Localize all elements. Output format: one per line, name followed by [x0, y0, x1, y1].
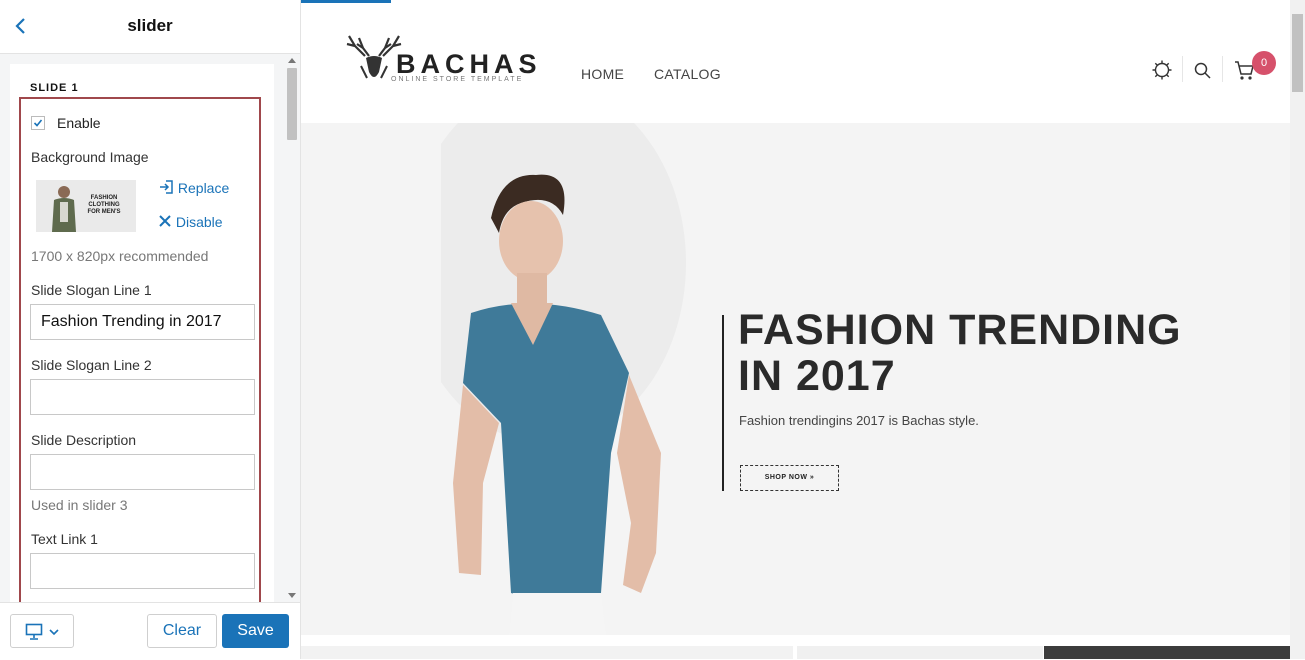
check-icon	[33, 119, 43, 127]
slide-description-input[interactable]	[30, 454, 255, 490]
search-icon[interactable]	[1193, 61, 1213, 81]
panel-footer: Clear Save	[0, 602, 300, 660]
replace-label: Replace	[177, 180, 230, 196]
panel-title: slider	[127, 16, 173, 35]
enable-checkbox[interactable]	[31, 116, 45, 130]
panel-scrollbar[interactable]	[286, 58, 298, 602]
clear-button[interactable]: Clear	[147, 614, 217, 648]
below-hero-banners	[301, 646, 1290, 659]
device-preview-button[interactable]	[10, 614, 74, 648]
preview-scroll-thumb[interactable]	[1292, 14, 1303, 92]
desktop-icon	[25, 623, 43, 640]
hero-accent-bar	[722, 315, 724, 491]
shop-now-button[interactable]: SHOP NOW »	[740, 465, 839, 491]
store-preview: BACHAS ONLINE STORE TEMPLATE HOME CATALO…	[301, 0, 1290, 659]
chevron-down-icon	[49, 629, 59, 636]
text-link1-input[interactable]	[30, 553, 255, 589]
slogan-line2-input[interactable]	[30, 379, 255, 415]
disable-image-button[interactable]: Disable	[158, 214, 223, 230]
background-image-thumbnail[interactable]: FASHION CLOTHING FOR MEN'S	[36, 180, 136, 232]
theme-editor-panel: slider SLIDE 1 Enable Background Image F…	[0, 0, 301, 660]
disable-label: Disable	[175, 214, 223, 230]
close-icon	[159, 215, 171, 227]
hero-title: FASHION TRENDING IN 2017	[738, 306, 1182, 400]
header-divider	[1182, 56, 1183, 82]
slogan-line1-label: Slide Slogan Line 1	[31, 282, 152, 298]
nav-home[interactable]: HOME	[581, 66, 624, 82]
hero-slide: FASHION TRENDING IN 2017 Fashion trendin…	[301, 123, 1290, 635]
scroll-down-arrow-icon[interactable]	[288, 593, 296, 598]
settings-icon[interactable]	[1151, 59, 1173, 81]
enable-label: Enable	[57, 115, 101, 131]
banner-3[interactable]	[1044, 646, 1290, 659]
replace-icon	[160, 180, 173, 194]
loading-bar	[301, 0, 391, 3]
section-title: SLIDE 1	[30, 82, 79, 94]
background-image-label: Background Image	[31, 149, 149, 165]
slide-description-label: Slide Description	[31, 432, 137, 448]
cart-count-badge: 0	[1252, 51, 1276, 75]
banner-1[interactable]	[301, 646, 793, 659]
panel-header: slider	[0, 0, 300, 54]
nav-catalog[interactable]: CATALOG	[654, 66, 721, 82]
image-size-hint: 1700 x 820px recommended	[31, 248, 209, 264]
slide-settings-group: Enable Background Image FASHION CLOTHING…	[19, 97, 261, 602]
text-link1-label: Text Link 1	[31, 531, 98, 547]
slogan-line1-input[interactable]	[30, 304, 255, 340]
panel-scroll-thumb[interactable]	[287, 68, 297, 140]
save-button[interactable]: Save	[222, 614, 289, 648]
banner-2[interactable]	[797, 646, 1043, 659]
hero-description: Fashion trendingins 2017 is Bachas style…	[739, 413, 979, 428]
replace-image-button[interactable]: Replace	[158, 179, 229, 196]
header-divider	[1222, 56, 1223, 82]
thumbnail-text: FASHION CLOTHING FOR MEN'S	[87, 195, 121, 215]
slide-description-hint: Used in slider 3	[31, 497, 128, 513]
scroll-up-arrow-icon[interactable]	[288, 58, 296, 63]
settings-scroll-area: SLIDE 1 Enable Background Image FASHION …	[10, 64, 274, 602]
logo-tagline: ONLINE STORE TEMPLATE	[391, 76, 524, 83]
slogan-line2-label: Slide Slogan Line 2	[31, 357, 152, 373]
preview-scrollbar[interactable]	[1290, 0, 1305, 659]
